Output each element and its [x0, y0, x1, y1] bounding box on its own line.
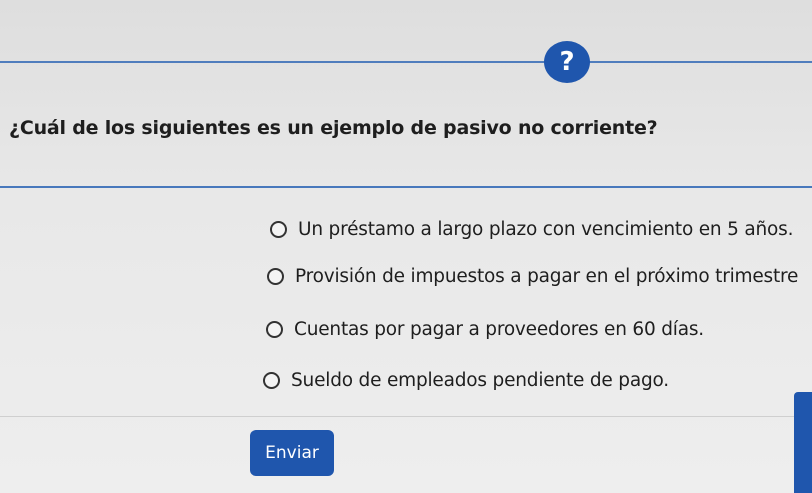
side-panel-tab[interactable]	[794, 392, 812, 493]
answer-option-label: Provisión de impuestos a pagar en el pró…	[295, 266, 799, 287]
radio-button[interactable]	[263, 372, 280, 389]
answer-option-label: Un préstamo a largo plazo con vencimient…	[298, 219, 794, 240]
header-divider	[0, 61, 812, 63]
answer-option-2[interactable]: Provisión de impuestos a pagar en el pró…	[267, 266, 798, 287]
question-divider	[0, 186, 812, 188]
submit-button[interactable]: Enviar	[250, 430, 334, 476]
question-text: ¿Cuál de los siguientes es un ejemplo de…	[9, 117, 658, 139]
radio-button[interactable]	[267, 268, 284, 285]
answer-option-4[interactable]: Sueldo de empleados pendiente de pago.	[263, 370, 669, 391]
radio-button[interactable]	[266, 321, 283, 338]
answer-option-label: Cuentas por pagar a proveedores en 60 dí…	[294, 319, 704, 340]
answer-option-3[interactable]: Cuentas por pagar a proveedores en 60 dí…	[266, 319, 704, 340]
answer-option-label: Sueldo de empleados pendiente de pago.	[291, 370, 669, 391]
answer-option-1[interactable]: Un préstamo a largo plazo con vencimient…	[270, 219, 793, 240]
radio-button[interactable]	[270, 221, 287, 238]
question-mark-icon: ?	[544, 41, 590, 83]
footer-divider	[0, 416, 794, 417]
